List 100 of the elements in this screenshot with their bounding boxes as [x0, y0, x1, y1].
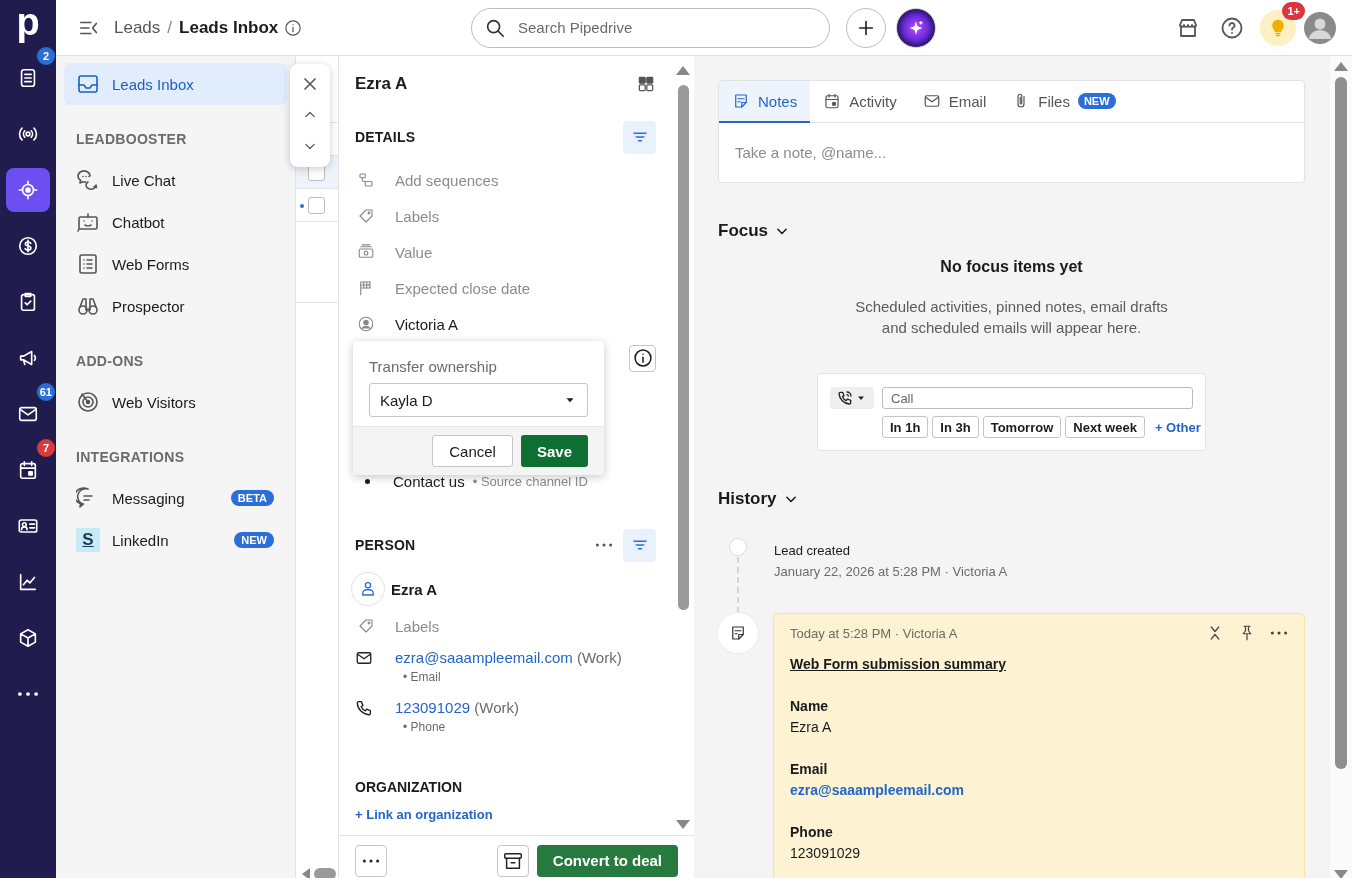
phone-icon: [355, 699, 373, 717]
box-icon: [17, 627, 39, 649]
section-heading: ORGANIZATION: [355, 778, 464, 797]
person-name[interactable]: Ezra A: [391, 580, 438, 598]
quick-date-button[interactable]: In 3h: [932, 416, 979, 438]
section-heading: LEADBOOSTER: [76, 130, 188, 149]
count-badge: 1+: [1282, 1, 1305, 20]
section-heading: ADD-ONS: [76, 352, 145, 371]
app-logo: S: [76, 528, 100, 552]
layout-grid-icon[interactable]: [636, 74, 656, 94]
empty-state-title: No focus items yet: [939, 257, 1084, 277]
note-heading: Web Form submission summary: [790, 655, 1007, 674]
add-button[interactable]: [846, 7, 886, 48]
email-link[interactable]: ezra@saaampleemail.com: [395, 649, 573, 666]
breadcrumb-separator: /: [167, 17, 173, 38]
quick-date-button[interactable]: In 1h: [882, 416, 929, 438]
scrollbar[interactable]: [1330, 56, 1352, 878]
count-badge: 61: [36, 383, 55, 401]
sidebar-item[interactable]: Leads Inbox: [64, 63, 287, 105]
count-badge: 2: [37, 47, 55, 65]
sidebar-item[interactable]: Messaging BETA: [64, 477, 287, 519]
sequence-icon: [357, 171, 375, 189]
sidebar-item[interactable]: Web Forms: [64, 243, 287, 285]
money-icon: [357, 243, 375, 261]
person-icon: [359, 580, 377, 598]
sidebar-item[interactable]: Live Chat: [64, 159, 287, 201]
mail-icon: [922, 92, 941, 110]
sidebar-item[interactable]: Prospector: [64, 285, 287, 327]
more-icon[interactable]: [1270, 630, 1288, 636]
lead-title: Ezra A: [355, 74, 408, 94]
section-heading: DETAILS: [355, 129, 417, 145]
tag-badge: NEW: [234, 532, 274, 548]
bullet-icon: [365, 478, 370, 484]
tab[interactable]: Email: [909, 81, 1000, 123]
row-checkbox[interactable]: [308, 196, 325, 214]
page-title: Leads Inbox: [179, 17, 279, 38]
filter-button[interactable]: [623, 120, 656, 154]
dollar-icon: [17, 235, 39, 257]
field-type: (Work): [473, 699, 519, 716]
more-icon: [17, 690, 39, 698]
breadcrumb-link[interactable]: Leads: [114, 17, 161, 38]
field-label: Phone: [790, 823, 834, 842]
note-icon: [732, 92, 750, 110]
detail-field[interactable]: Victoria A: [395, 315, 459, 333]
field-label: • Phone: [402, 719, 447, 736]
note-field[interactable]: Take a note, @name...: [718, 123, 1305, 183]
quick-date-button[interactable]: Next week: [1065, 416, 1145, 438]
convert-button[interactable]: Convert to deal: [536, 844, 678, 877]
count-badge: 7: [37, 439, 55, 457]
sidebar-item[interactable]: Chatbot: [64, 201, 287, 243]
section-heading: INTEGRATIONS: [76, 448, 186, 467]
save-button[interactable]: Save: [520, 435, 588, 467]
phone-link[interactable]: 123091029: [395, 699, 471, 716]
scrollbar[interactable]: [302, 868, 336, 878]
note-icon: [729, 624, 747, 642]
activity-subject-field[interactable]: Call: [882, 387, 1193, 409]
info-icon[interactable]: [284, 18, 303, 37]
tab[interactable]: Activity: [810, 81, 910, 123]
detail-field[interactable]: Contact us: [393, 472, 465, 490]
tab[interactable]: Notes: [719, 81, 811, 123]
archive-button[interactable]: [496, 844, 529, 877]
empty-state-text: Scheduled activities, pinned notes, email drafts and scheduled emails will appear here.: [854, 297, 1169, 338]
more-icon[interactable]: [595, 542, 613, 548]
link-organization-link[interactable]: + Link an organization: [355, 802, 656, 828]
filter-button[interactable]: [623, 528, 656, 562]
calendar-icon: [17, 459, 39, 481]
user-circle-icon: [357, 315, 375, 333]
quick-date-button[interactable]: Tomorrow: [982, 416, 1062, 438]
help-icon[interactable]: [1220, 15, 1244, 40]
target-icon: [17, 179, 39, 201]
app-logo[interactable]: p: [16, 0, 40, 50]
event-title: Lead created: [774, 542, 851, 560]
tag-icon: [357, 617, 375, 635]
search-input[interactable]: Search Pipedrive: [516, 18, 817, 37]
activity-type-button[interactable]: [830, 387, 874, 409]
line-chart-icon: [17, 571, 39, 593]
nav-button[interactable]: [6, 168, 50, 212]
note-meta: Today at 5:28 PM · Victoria A: [790, 625, 959, 641]
other-link[interactable]: + Other: [1154, 419, 1201, 435]
ai-assistant-button[interactable]: [896, 7, 936, 48]
radar-icon: [76, 390, 100, 414]
field-label: Name: [790, 697, 830, 716]
chat-bubbles-icon: [76, 168, 100, 192]
field-value: 123091029: [790, 844, 862, 863]
field-value: Ezra A: [790, 718, 833, 737]
tag-badge: BETA: [230, 490, 274, 506]
email-link[interactable]: ezra@saaampleemail.com: [790, 780, 1288, 801]
mail-icon: [355, 649, 373, 667]
cancel-button[interactable]: Cancel: [432, 435, 513, 467]
field-label: Email: [790, 760, 829, 779]
sidebar-item[interactable]: Web Visitors: [64, 381, 287, 423]
info-button[interactable]: [629, 344, 656, 372]
info-icon: [632, 348, 653, 368]
robot-icon: [76, 210, 100, 234]
owner-dropdown[interactable]: Kayla D: [369, 383, 588, 417]
calendar-icon: [823, 92, 842, 110]
user-avatar[interactable]: [1304, 11, 1336, 44]
section-heading: Focus: [718, 221, 769, 241]
sidebar-item[interactable]: S LinkedIn NEW: [64, 519, 287, 561]
tab[interactable]: Files NEW: [999, 81, 1129, 123]
